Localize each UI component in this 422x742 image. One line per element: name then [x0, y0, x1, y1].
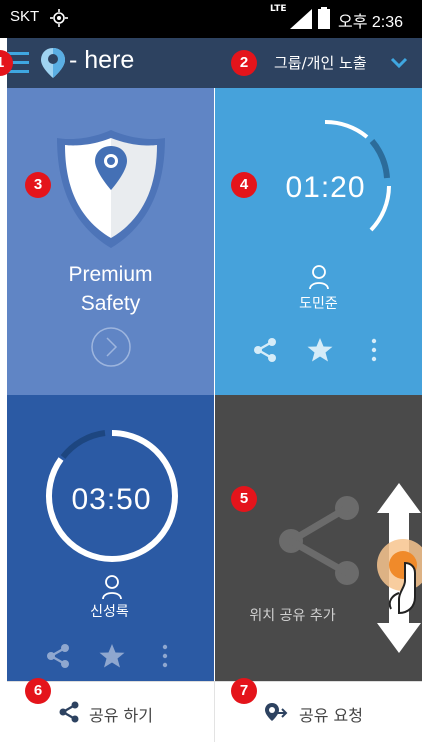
more-vertical-icon[interactable] [161, 643, 169, 669]
add-location-share-tile[interactable]: 위치 공유 추가 [215, 395, 422, 681]
bottom-action-bar: 공유 하기 공유 요청 [7, 681, 422, 742]
exposure-selector-label[interactable]: 그룹/개인 노출 [274, 52, 367, 73]
chevron-down-icon[interactable] [390, 57, 408, 69]
premium-title-line2: Safety [80, 292, 141, 315]
share-icon[interactable] [46, 643, 70, 669]
share-button[interactable]: 공유 하기 [89, 702, 153, 726]
badge-7: 7 [231, 678, 257, 704]
person-icon [309, 265, 329, 290]
share-icon [59, 701, 79, 723]
more-vertical-icon[interactable] [370, 337, 378, 363]
shield-icon [57, 130, 165, 248]
friend-tile-1[interactable]: 01:20 도민준 [215, 88, 422, 395]
friend-name-1: 도민준 [299, 296, 338, 312]
badge-5: 5 [231, 486, 257, 512]
add-share-label: 위치 공유 추가 [249, 608, 336, 624]
status-bar: SKT LTE 오후 2:36 [0, 0, 422, 38]
next-arrow-icon[interactable] [90, 326, 132, 368]
divider [214, 682, 215, 742]
app-header: - here 그룹/개인 노출 [5, 38, 422, 88]
lte-label: LTE [270, 4, 287, 14]
friend-tile-2[interactable]: 03:50 신성록 [7, 395, 214, 681]
timer-text-2: 03:50 [71, 483, 152, 516]
signal-icon [290, 9, 312, 29]
star-icon[interactable] [307, 337, 333, 363]
premium-title-line1: Premium [68, 263, 153, 286]
carrier-label: SKT [10, 8, 40, 25]
badge-4: 4 [231, 172, 257, 198]
logo-pin-icon [41, 48, 65, 78]
badge-3: 3 [25, 172, 51, 198]
touch-hand-icon [377, 539, 422, 615]
friend-name-2: 신성록 [90, 604, 129, 620]
location-request-icon [265, 703, 288, 721]
share-icon[interactable] [253, 337, 277, 363]
premium-safety-tile[interactable]: Premium Safety [7, 88, 214, 395]
badge-6: 6 [25, 678, 51, 704]
app-logo-text: - here [69, 46, 135, 74]
gps-icon [50, 9, 68, 27]
request-share-button[interactable]: 공유 요청 [299, 702, 363, 726]
battery-icon [318, 7, 330, 29]
star-icon[interactable] [99, 643, 125, 669]
person-icon [102, 575, 122, 600]
badge-2: 2 [231, 50, 257, 76]
clock: 오후 2:36 [338, 14, 404, 31]
share-icon [279, 496, 359, 585]
